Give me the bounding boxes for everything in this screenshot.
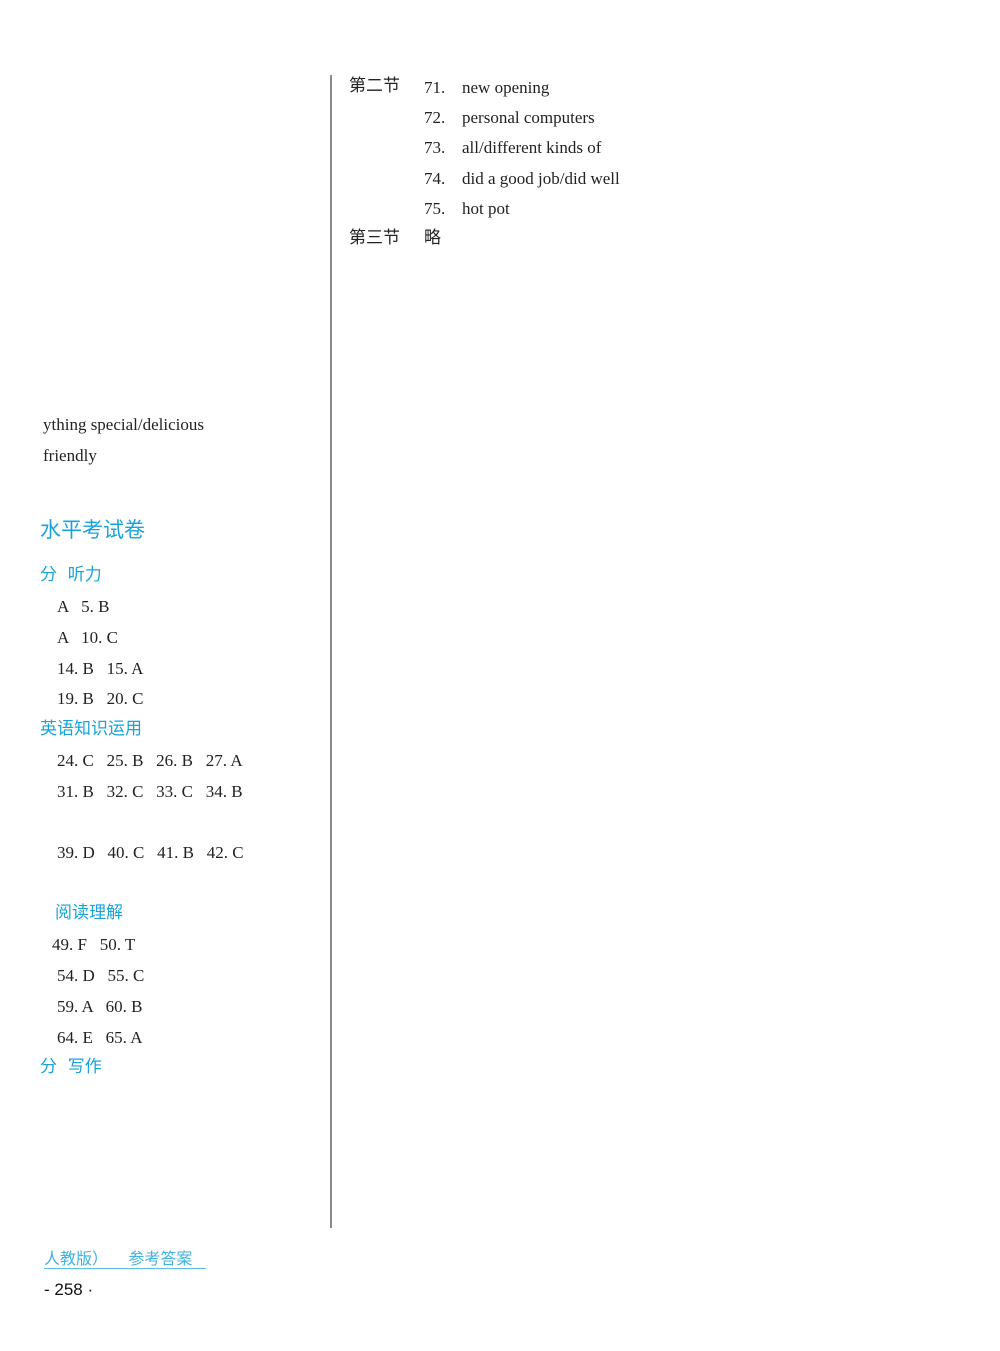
answer-row: 31. B 32. C 33. C 34. B bbox=[57, 782, 243, 801]
section-heading-writing: 分 写作 bbox=[40, 1057, 102, 1077]
answer-row: 59. A 60. B bbox=[57, 997, 143, 1016]
item-answer: personal computers bbox=[462, 108, 595, 127]
answer-fragment-line: ything special/delicious bbox=[43, 415, 204, 434]
section-heading-reading: 阅读理解 bbox=[55, 903, 123, 923]
item-answer: all/different kinds of bbox=[462, 138, 602, 157]
item-answer: did a good job/did well bbox=[462, 169, 620, 188]
column-divider bbox=[330, 75, 332, 1228]
section3-answer: 略 bbox=[424, 228, 441, 248]
footer-underline bbox=[44, 1268, 206, 1269]
item-number: 71. bbox=[424, 78, 446, 97]
answer-row: 14. B 15. A bbox=[57, 659, 144, 678]
answer-row: A 10. C bbox=[57, 628, 118, 647]
answer-row: 19. B 20. C bbox=[57, 689, 144, 708]
answer-row: 39. D 40. C 41. B 42. C bbox=[57, 843, 244, 862]
section-label-part2: 第二节 bbox=[349, 76, 400, 96]
footer-book-title: 人教版） 参考答案 bbox=[44, 1249, 193, 1268]
item-number: 73. bbox=[424, 138, 446, 157]
section-heading-listening: 分 听力 bbox=[40, 565, 102, 585]
answer-row: 64. E 65. A bbox=[57, 1028, 143, 1047]
section-heading-language-use: 英语知识运用 bbox=[40, 719, 142, 739]
item-answer: new opening bbox=[462, 78, 550, 97]
item-number: 74. bbox=[424, 169, 446, 188]
answer-row: A 5. B bbox=[57, 597, 110, 616]
answer-row: 24. C 25. B 26. B 27. A bbox=[57, 751, 243, 770]
answer-row: 54. D 55. C bbox=[57, 966, 145, 985]
item-number: 75. bbox=[424, 199, 446, 218]
item-number: 72. bbox=[424, 108, 446, 127]
exam-title: 水平考试卷 bbox=[40, 518, 145, 542]
answer-row: 49. F 50. T bbox=[52, 935, 136, 954]
section-label-part3: 第三节 bbox=[349, 228, 400, 248]
answer-fragment-line: friendly bbox=[43, 446, 97, 465]
page-number: - 258 · bbox=[44, 1280, 94, 1299]
item-answer: hot pot bbox=[462, 199, 510, 218]
